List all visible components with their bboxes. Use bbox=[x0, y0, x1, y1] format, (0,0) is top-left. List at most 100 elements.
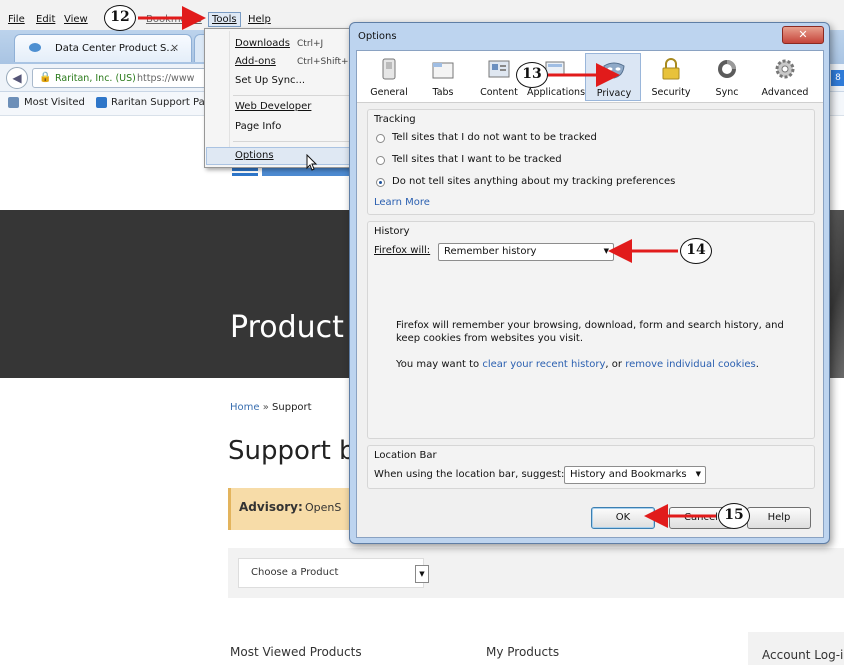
product-selector-area: Choose a Product ▼ bbox=[228, 548, 844, 598]
hero-title: Product bbox=[230, 310, 344, 345]
history-mode-value: Remember history bbox=[444, 246, 537, 257]
menu-item-setup-sync[interactable]: Set Up Sync... bbox=[235, 75, 305, 86]
options-dialog: Options ✕ General Tabs Content Applicati… bbox=[349, 22, 830, 544]
back-button[interactable]: ◀ bbox=[6, 67, 28, 89]
tab-tabs-label: Tabs bbox=[432, 87, 454, 98]
bookmark-raritan-support[interactable]: Raritan Support Pag bbox=[111, 97, 211, 108]
tab-sync[interactable]: Sync bbox=[699, 53, 755, 101]
remove-cookies-link[interactable]: remove individual cookies bbox=[625, 359, 756, 370]
ok-button[interactable]: OK bbox=[591, 507, 655, 529]
history-group: History Firefox will: Remember history ▼… bbox=[367, 221, 815, 439]
learn-more-link[interactable]: Learn More bbox=[374, 197, 430, 208]
browser-tab[interactable]: Data Center Product S... × bbox=[14, 34, 192, 62]
menu-tools[interactable]: Tools bbox=[208, 12, 241, 27]
mouse-cursor-icon bbox=[306, 154, 318, 171]
raritan-favicon-icon bbox=[96, 97, 107, 108]
site-favicon-icon bbox=[29, 43, 41, 52]
history-clear-text: You may want to clear your recent histor… bbox=[396, 359, 806, 370]
breadcrumb-separator: » bbox=[262, 402, 269, 413]
advisory-text: OpenS bbox=[305, 501, 342, 514]
advisory-label: Advisory: bbox=[239, 500, 303, 514]
radio-no-preference[interactable] bbox=[376, 178, 385, 187]
addons-shortcut: Ctrl+Shift+ bbox=[297, 57, 349, 67]
breadcrumb-home-link[interactable]: Home bbox=[230, 402, 260, 413]
advisory-banner: Advisory: OpenS bbox=[228, 488, 354, 530]
dialog-body: General Tabs Content Applications Privac… bbox=[356, 50, 824, 538]
url-text: https://www bbox=[137, 73, 195, 84]
location-bar-heading: Location Bar bbox=[374, 450, 437, 461]
most-viewed-heading: Most Viewed Products bbox=[230, 645, 362, 659]
dropdown-arrow-icon: ▼ bbox=[695, 470, 701, 478]
radio-do-not-track-label[interactable]: Tell sites that I do not want to be trac… bbox=[392, 132, 597, 143]
dialog-title: Options bbox=[358, 31, 397, 42]
radio-do-not-track[interactable] bbox=[376, 134, 385, 143]
sync-icon bbox=[718, 60, 736, 78]
dialog-close-button[interactable]: ✕ bbox=[782, 26, 824, 44]
gear-icon bbox=[775, 59, 795, 79]
menu-help[interactable]: Help bbox=[248, 14, 271, 25]
menu-item-addons[interactable]: Add-ons bbox=[235, 56, 276, 67]
radio-track[interactable] bbox=[376, 156, 385, 165]
downloads-shortcut: Ctrl+J bbox=[297, 39, 324, 49]
firefox-will-label: Firefox will: bbox=[374, 245, 431, 256]
choose-product-label: Choose a Product bbox=[251, 567, 339, 578]
padlock-icon bbox=[662, 58, 680, 80]
radio-track-label[interactable]: Tell sites that I want to be tracked bbox=[392, 154, 562, 165]
menu-item-page-info[interactable]: Page Info bbox=[235, 121, 281, 132]
account-login-label: Account Log-i bbox=[762, 648, 844, 662]
options-toolbar: General Tabs Content Applications Privac… bbox=[357, 51, 823, 103]
tab-security-label: Security bbox=[651, 87, 691, 98]
callout-15: 15 bbox=[718, 503, 750, 529]
account-login-panel[interactable]: Account Log-i bbox=[748, 632, 844, 665]
history-heading: History bbox=[374, 226, 410, 237]
general-switch-icon bbox=[382, 58, 396, 80]
clear-prefix: You may want to bbox=[396, 359, 480, 370]
lock-icon: 🔒 bbox=[39, 72, 52, 83]
tools-menu: Downloads Ctrl+J Add-ons Ctrl+Shift+ Set… bbox=[204, 28, 352, 168]
tab-privacy-label: Privacy bbox=[596, 88, 632, 99]
tab-title: Data Center Product S... bbox=[55, 43, 176, 54]
bookmark-most-visited[interactable]: Most Visited bbox=[24, 97, 85, 108]
bookmark-folder-icon bbox=[8, 97, 19, 108]
tab-advanced-label: Advanced bbox=[761, 87, 809, 98]
tab-tabs[interactable]: Tabs bbox=[415, 53, 471, 101]
tab-security[interactable]: Security bbox=[643, 53, 699, 101]
location-bar-group: Location Bar When using the location bar… bbox=[367, 445, 815, 489]
menu-file[interactable]: File bbox=[8, 14, 25, 25]
menu-item-options[interactable]: Options bbox=[206, 147, 350, 165]
tab-general[interactable]: General bbox=[361, 53, 417, 101]
url-bar[interactable]: 🔒 Raritan, Inc. (US) https://www bbox=[32, 68, 222, 88]
choose-product-select[interactable]: Choose a Product ▼ bbox=[238, 558, 429, 588]
tab-general-label: General bbox=[370, 87, 408, 98]
location-bar-suggest-label: When using the location bar, suggest: bbox=[374, 469, 565, 480]
history-mode-select[interactable]: Remember history ▼ bbox=[438, 243, 614, 261]
content-icon bbox=[488, 60, 510, 78]
dropdown-arrow-icon: ▼ bbox=[603, 247, 609, 255]
clear-recent-history-link[interactable]: clear your recent history bbox=[482, 359, 605, 370]
location-bar-suggest-select[interactable]: History and Bookmarks ▼ bbox=[564, 466, 706, 484]
page-title: Support b bbox=[228, 436, 356, 466]
menu-item-downloads[interactable]: Downloads bbox=[235, 38, 290, 49]
tab-close-icon[interactable]: × bbox=[170, 41, 179, 54]
help-button[interactable]: Help bbox=[747, 507, 811, 529]
breadcrumb-current: Support bbox=[272, 402, 312, 413]
tab-content-label: Content bbox=[480, 87, 518, 98]
radio-no-preference-label[interactable]: Do not tell sites anything about my trac… bbox=[392, 176, 675, 187]
dropdown-arrow-icon[interactable]: ▼ bbox=[415, 565, 429, 583]
toolbar-extension-icon[interactable]: 8 bbox=[831, 70, 844, 86]
tab-applications-label: Applications bbox=[527, 87, 586, 98]
menu-item-web-developer[interactable]: Web Developer bbox=[235, 101, 311, 112]
my-products-heading: My Products bbox=[486, 645, 560, 659]
location-bar-suggest-value: History and Bookmarks bbox=[570, 469, 687, 480]
callout-13: 13 bbox=[516, 62, 548, 88]
menu-view[interactable]: View bbox=[64, 14, 88, 25]
privacy-mask-icon bbox=[603, 62, 625, 79]
tab-privacy[interactable]: Privacy bbox=[585, 53, 641, 101]
tabs-icon bbox=[432, 62, 454, 79]
menu-edit[interactable]: Edit bbox=[36, 14, 55, 25]
menu-item-options-label: Options bbox=[235, 150, 274, 161]
tab-advanced[interactable]: Advanced bbox=[757, 53, 813, 101]
clear-mid: , or bbox=[605, 359, 622, 370]
menu-bookmarks[interactable]: Bookmarks bbox=[146, 14, 202, 25]
tab-sync-label: Sync bbox=[715, 87, 739, 98]
